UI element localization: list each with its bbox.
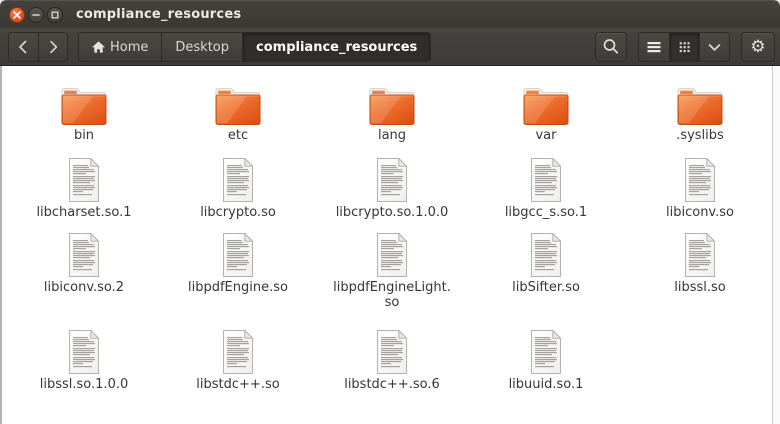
forward-button[interactable] <box>38 33 67 61</box>
file-item-libcharset.so.1[interactable]: libcharset.so.1 <box>7 157 161 220</box>
grid-view-button[interactable] <box>669 33 699 61</box>
maximize-button[interactable] <box>47 7 63 23</box>
folder-item-var[interactable]: var <box>469 86 623 143</box>
file-icon <box>526 329 566 375</box>
file-icon <box>372 232 412 278</box>
item-label: etc <box>228 128 248 143</box>
file-manager-window: compliance_resources Home <box>0 0 780 424</box>
view-dropdown-button[interactable] <box>699 33 729 61</box>
chevron-right-icon <box>39 33 67 61</box>
file-item-libpdfEngineLight.so[interactable]: libpdfEngineLight.so <box>315 232 469 310</box>
back-button[interactable] <box>9 33 38 61</box>
file-icon <box>372 157 412 203</box>
file-icon <box>64 157 104 203</box>
file-icon <box>372 329 412 375</box>
item-label: libuuid.so.1 <box>509 377 584 392</box>
breadcrumb-current[interactable]: compliance_resources <box>242 33 430 61</box>
file-item-libiconv.so[interactable]: libiconv.so <box>623 157 777 220</box>
folder-item-etc[interactable]: etc <box>161 86 315 143</box>
file-icon <box>680 157 720 203</box>
file-grid: bin etc lang var <box>0 66 780 424</box>
item-label: bin <box>74 128 94 143</box>
search-icon <box>600 36 622 58</box>
window-controls <box>9 7 63 23</box>
file-icon <box>64 232 104 278</box>
file-item-libssl.so[interactable]: libssl.so <box>623 232 777 310</box>
search-button[interactable] <box>595 32 627 62</box>
maximize-icon <box>51 11 59 19</box>
item-label: libstdc++.so <box>196 377 279 392</box>
file-item-libgcc_s.so.1[interactable]: libgcc_s.so.1 <box>469 157 623 220</box>
file-grid-row: libiconv.so.2 libpdfEngine.so <box>7 232 777 310</box>
item-label: libpdfEngine.so <box>188 280 288 295</box>
item-label: libcrypto.so.1.0.0 <box>336 205 449 220</box>
file-item-libuuid.so.1[interactable]: libuuid.so.1 <box>469 329 623 392</box>
file-icon <box>680 232 720 278</box>
folder-icon <box>676 86 724 126</box>
item-label: libiconv.so.2 <box>44 280 124 295</box>
item-label: .syslibs <box>676 128 724 143</box>
item-label: lang <box>378 128 406 143</box>
file-grid-row: libssl.so.1.0.0 libstdc++.so <box>7 329 777 392</box>
breadcrumb-label: compliance_resources <box>256 40 417 55</box>
item-label: libssl.so <box>674 280 726 295</box>
folder-item-.syslibs[interactable]: .syslibs <box>623 86 777 143</box>
item-label: libSifter.so <box>512 280 580 295</box>
view-toggle <box>638 32 730 62</box>
file-item-libcrypto.so.1.0.0[interactable]: libcrypto.so.1.0.0 <box>315 157 469 220</box>
home-icon <box>92 41 105 53</box>
breadcrumb-desktop[interactable]: Desktop <box>161 33 242 61</box>
chevron-down-icon <box>700 33 729 61</box>
breadcrumb-home[interactable]: Home <box>79 33 161 61</box>
file-icon <box>64 329 104 375</box>
gear-icon: ⚙ <box>750 39 765 56</box>
nav-buttons <box>8 32 68 62</box>
folder-item-bin[interactable]: bin <box>7 86 161 143</box>
close-icon <box>13 11 21 19</box>
file-item-libcrypto.so[interactable]: libcrypto.so <box>161 157 315 220</box>
item-label: libpdfEngineLight.so <box>333 280 451 310</box>
file-item-libiconv.so.2[interactable]: libiconv.so.2 <box>7 232 161 310</box>
folder-icon <box>60 86 108 126</box>
chevron-left-icon <box>9 33 38 61</box>
item-label: libcharset.so.1 <box>36 205 131 220</box>
file-item-libstdc++.so[interactable]: libstdc++.so <box>161 329 315 392</box>
folder-icon <box>368 86 416 126</box>
folder-icon <box>214 86 262 126</box>
file-item-libstdc++.so.6[interactable]: libstdc++.so.6 <box>315 329 469 392</box>
file-icon <box>526 232 566 278</box>
item-label: libstdc++.so.6 <box>344 377 440 392</box>
breadcrumb-label: Home <box>110 40 148 55</box>
breadcrumb-label: Desktop <box>175 40 229 55</box>
file-item-libpdfEngine.so[interactable]: libpdfEngine.so <box>161 232 315 310</box>
minimize-icon <box>32 11 40 19</box>
item-label: var <box>535 128 556 143</box>
file-icon <box>218 232 258 278</box>
file-icon <box>218 329 258 375</box>
grid-view-icon <box>670 33 699 61</box>
folder-item-lang[interactable]: lang <box>315 86 469 143</box>
item-label: libcrypto.so <box>200 205 276 220</box>
item-label: libssl.so.1.0.0 <box>40 377 129 392</box>
list-view-icon <box>639 33 669 61</box>
close-button[interactable] <box>9 7 25 23</box>
item-label: libgcc_s.so.1 <box>505 205 587 220</box>
file-item-libSifter.so[interactable]: libSifter.so <box>469 232 623 310</box>
toolbar: Home Desktop compliance_resources <box>0 28 780 66</box>
list-view-button[interactable] <box>639 33 669 61</box>
breadcrumb: Home Desktop compliance_resources <box>78 32 431 62</box>
file-grid-row: bin etc lang var <box>7 86 777 143</box>
file-icon <box>218 157 258 203</box>
item-label: libiconv.so <box>666 205 734 220</box>
titlebar: compliance_resources <box>0 0 780 28</box>
file-item-libssl.so.1.0.0[interactable]: libssl.so.1.0.0 <box>7 329 161 392</box>
file-grid-row: libcharset.so.1 libcrypto.so <box>7 157 777 220</box>
minimize-button[interactable] <box>28 7 44 23</box>
file-icon <box>526 157 566 203</box>
folder-icon <box>522 86 570 126</box>
menu-button[interactable]: ⚙ <box>741 32 775 62</box>
window-title: compliance_resources <box>76 7 241 22</box>
